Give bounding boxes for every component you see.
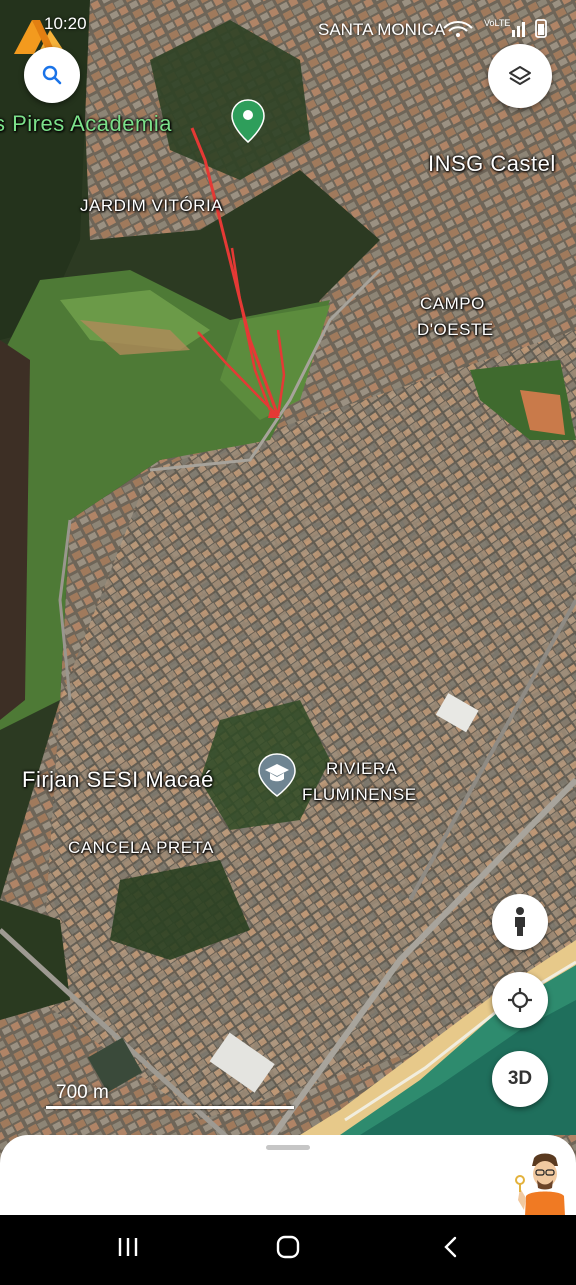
status-time: 10:20 xyxy=(44,14,87,33)
status-region: SANTA MONICA xyxy=(318,20,446,39)
street-view-button[interactable] xyxy=(492,894,548,950)
search-button[interactable] xyxy=(24,47,80,103)
poi-label-insg[interactable]: INSG Castel xyxy=(428,151,556,177)
scale-bar xyxy=(46,1106,294,1109)
network-type: VoLTE xyxy=(484,18,511,28)
neighborhood-label-jardim-vitoria: JARDIM VITÓRIA xyxy=(80,196,224,215)
system-navigation-bar xyxy=(0,1215,576,1280)
my-location-button[interactable] xyxy=(492,972,548,1028)
layers-button[interactable] xyxy=(488,44,552,108)
map-scale: 700 m xyxy=(22,1082,294,1112)
back-icon xyxy=(444,1236,457,1258)
neighborhood-label-campo-line2: D'OESTE xyxy=(417,320,494,339)
back-button[interactable] xyxy=(432,1231,468,1263)
map-pin-icon xyxy=(231,99,265,143)
poi-label-firjan[interactable]: Firjan SESI Macaé xyxy=(22,767,214,793)
home-icon xyxy=(276,1235,300,1259)
three-d-label: 3D xyxy=(507,1068,533,1089)
neighborhood-label-cancela-preta: CANCELA PRETA xyxy=(68,838,215,857)
neighborhood-label-campo-line1: CAMPO xyxy=(420,294,485,313)
pegman-icon xyxy=(515,907,525,936)
recent-apps-icon xyxy=(118,1238,138,1256)
neighborhood-label-riviera-line2: FLUMINENSE xyxy=(302,785,417,804)
home-button[interactable] xyxy=(270,1231,306,1263)
sheet-drag-handle[interactable] xyxy=(266,1145,310,1150)
poi-pin-academia[interactable] xyxy=(230,98,266,144)
my-location-icon xyxy=(508,988,532,1012)
school-pin-icon xyxy=(258,753,296,797)
status-icons: VoLTE xyxy=(440,16,560,40)
bottom-sheet[interactable] xyxy=(0,1135,576,1215)
scale-text: 700 m xyxy=(56,1082,109,1103)
three-d-button[interactable]: 3D xyxy=(492,1051,548,1107)
neighborhood-label-riviera-line1: RIVIERA xyxy=(326,759,398,778)
layers-icon xyxy=(509,66,531,85)
poi-pin-firjan[interactable] xyxy=(255,752,299,798)
satellite-map[interactable]: s Pires Academia JARDIM VITÓRIA INSG Cas… xyxy=(0,0,576,1280)
poi-label-academia[interactable]: s Pires Academia xyxy=(0,111,172,137)
recent-apps-button[interactable] xyxy=(110,1231,146,1263)
search-icon xyxy=(42,65,62,85)
